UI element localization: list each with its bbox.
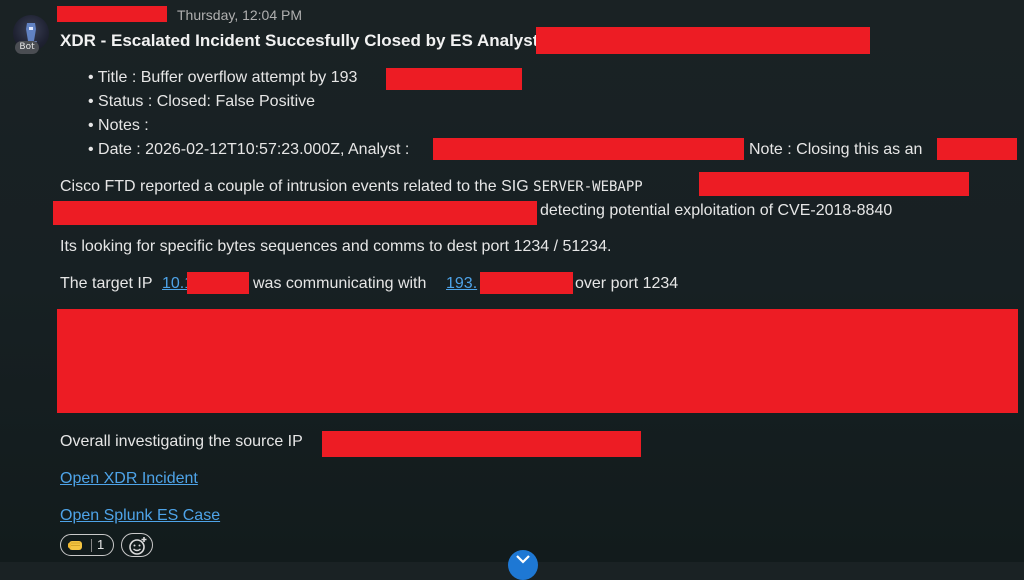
bullet-status: • Status : Closed: False Positive bbox=[88, 93, 316, 110]
bullet-note: Note : Closing this as an bbox=[749, 141, 923, 158]
message-title: XDR - Escalated Incident Succesfully Clo… bbox=[60, 31, 539, 50]
redacted-analyst-name bbox=[433, 138, 744, 160]
redacted-sig-name bbox=[699, 172, 969, 196]
looking-paragraph: Its looking for specific bytes sequences… bbox=[60, 238, 612, 255]
fist-reaction-count: 1 bbox=[97, 537, 105, 552]
fist-reaction[interactable]: 1 bbox=[60, 534, 114, 556]
redacted-note bbox=[937, 138, 1017, 160]
add-reaction-button[interactable] bbox=[121, 533, 153, 557]
source-ip-link[interactable]: 193. bbox=[446, 274, 477, 294]
scroll-down-button[interactable] bbox=[508, 550, 538, 580]
target-suffix: over port 1234 bbox=[575, 275, 679, 292]
sig-code: SERVER-WEBAPP bbox=[533, 179, 643, 195]
redacted-sender-name bbox=[57, 6, 167, 22]
bot-badge: Bot bbox=[15, 41, 39, 54]
redacted-overall-ip bbox=[322, 431, 641, 457]
target-prefix: The target IP bbox=[60, 275, 153, 292]
redacted-source-ip-title bbox=[386, 68, 522, 90]
redacted-analyst-heading bbox=[536, 27, 870, 54]
fist-bump-icon bbox=[68, 541, 82, 550]
message-timestamp: Thursday, 12:04 PM bbox=[177, 7, 303, 23]
overall-paragraph: Overall investigating the source IP bbox=[60, 433, 303, 450]
open-splunk-case-link[interactable]: Open Splunk ES Case bbox=[60, 506, 220, 526]
target-middle: was communicating with bbox=[253, 275, 427, 292]
add-reaction-icon bbox=[129, 537, 147, 555]
cve-text: detecting potential exploitation of CVE-… bbox=[540, 202, 893, 219]
redacted-target-ip bbox=[187, 272, 249, 294]
bullet-date: • Date : 2026-02-12T10:57:23.000Z, Analy… bbox=[88, 141, 410, 158]
redacted-sig-detail bbox=[53, 201, 537, 225]
bullet-notes: • Notes : bbox=[88, 117, 149, 134]
open-xdr-incident-link[interactable]: Open XDR Incident bbox=[60, 469, 198, 489]
chevron-down-icon bbox=[516, 555, 530, 564]
bullet-title: • Title : Buffer overflow attempt by 193 bbox=[88, 69, 358, 86]
cisco-paragraph: Cisco FTD reported a couple of intrusion… bbox=[60, 178, 643, 195]
redacted-evidence-block bbox=[57, 309, 1018, 413]
redacted-source-ip bbox=[480, 272, 573, 294]
